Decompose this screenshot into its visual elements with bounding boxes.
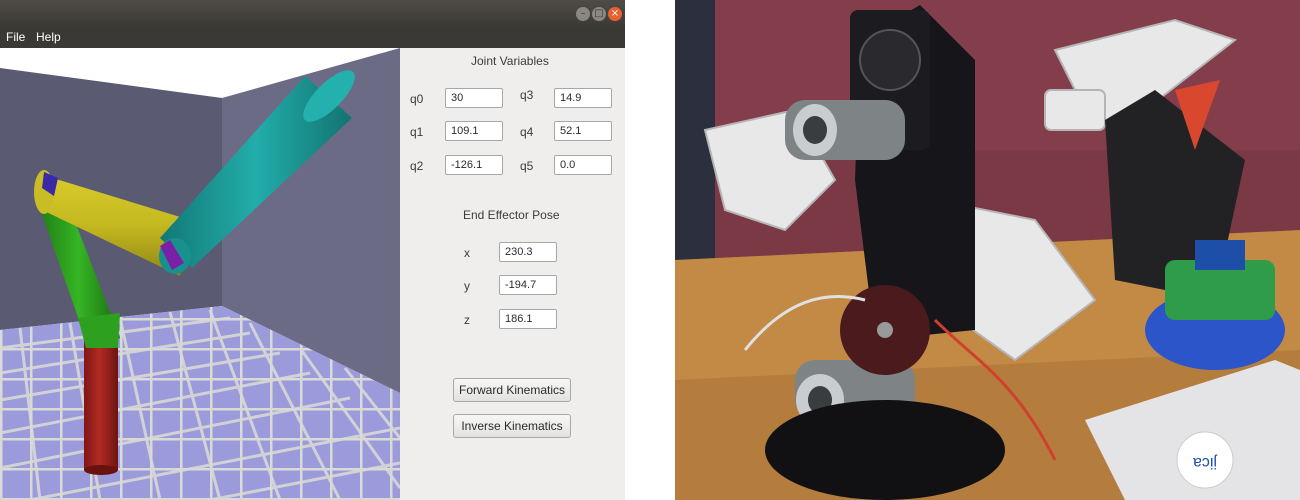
end-effector-heading: End Effector Pose	[463, 208, 560, 222]
menu-file[interactable]: File	[6, 30, 25, 44]
pose-input-z[interactable]	[499, 309, 557, 329]
joint-label-q4: q4	[520, 125, 534, 139]
maximize-button[interactable]: □	[592, 7, 606, 21]
robot-arm-photo: jica	[675, 0, 1300, 500]
robot-3d-viewport[interactable]	[0, 48, 400, 500]
joint-variables-heading: Joint Variables	[471, 54, 549, 68]
joint-label-q0: q0	[410, 92, 424, 106]
joint-label-q1: q1	[410, 125, 424, 139]
close-button[interactable]: ×	[608, 7, 622, 21]
pose-input-y[interactable]	[499, 275, 557, 295]
joint-label-q2: q2	[410, 159, 424, 173]
kinematics-app-window: – □ × File Help Joint Variables q0 30 q1…	[0, 0, 625, 500]
menu-bar: File Help	[0, 28, 625, 48]
joint-input-q0[interactable]	[445, 88, 503, 108]
joint-input-q2[interactable]	[445, 155, 503, 175]
joint-label-q3: q3	[520, 88, 534, 102]
svg-text:jica: jica	[1193, 454, 1218, 471]
joint-input-q1[interactable]	[445, 121, 503, 141]
minimize-button[interactable]: –	[576, 7, 590, 21]
joint-input-q4[interactable]	[554, 121, 612, 141]
pose-label-z: z	[464, 313, 470, 327]
forward-kinematics-button[interactable]: Forward Kinematics	[453, 378, 571, 402]
pose-input-x[interactable]	[499, 242, 557, 262]
joint-input-q3[interactable]	[554, 88, 612, 108]
joint-label-q5: q5	[520, 159, 534, 173]
pose-label-y: y	[464, 279, 470, 293]
pose-label-x: x	[464, 246, 470, 260]
inverse-kinematics-button[interactable]: Inverse Kinematics	[453, 414, 571, 438]
joint-input-q5[interactable]	[554, 155, 612, 175]
menu-help[interactable]: Help	[36, 30, 61, 44]
title-bar: – □ ×	[0, 0, 625, 28]
control-panel: Joint Variables q0 q1 q2 q3 q4 q5 End Ef…	[400, 48, 625, 500]
